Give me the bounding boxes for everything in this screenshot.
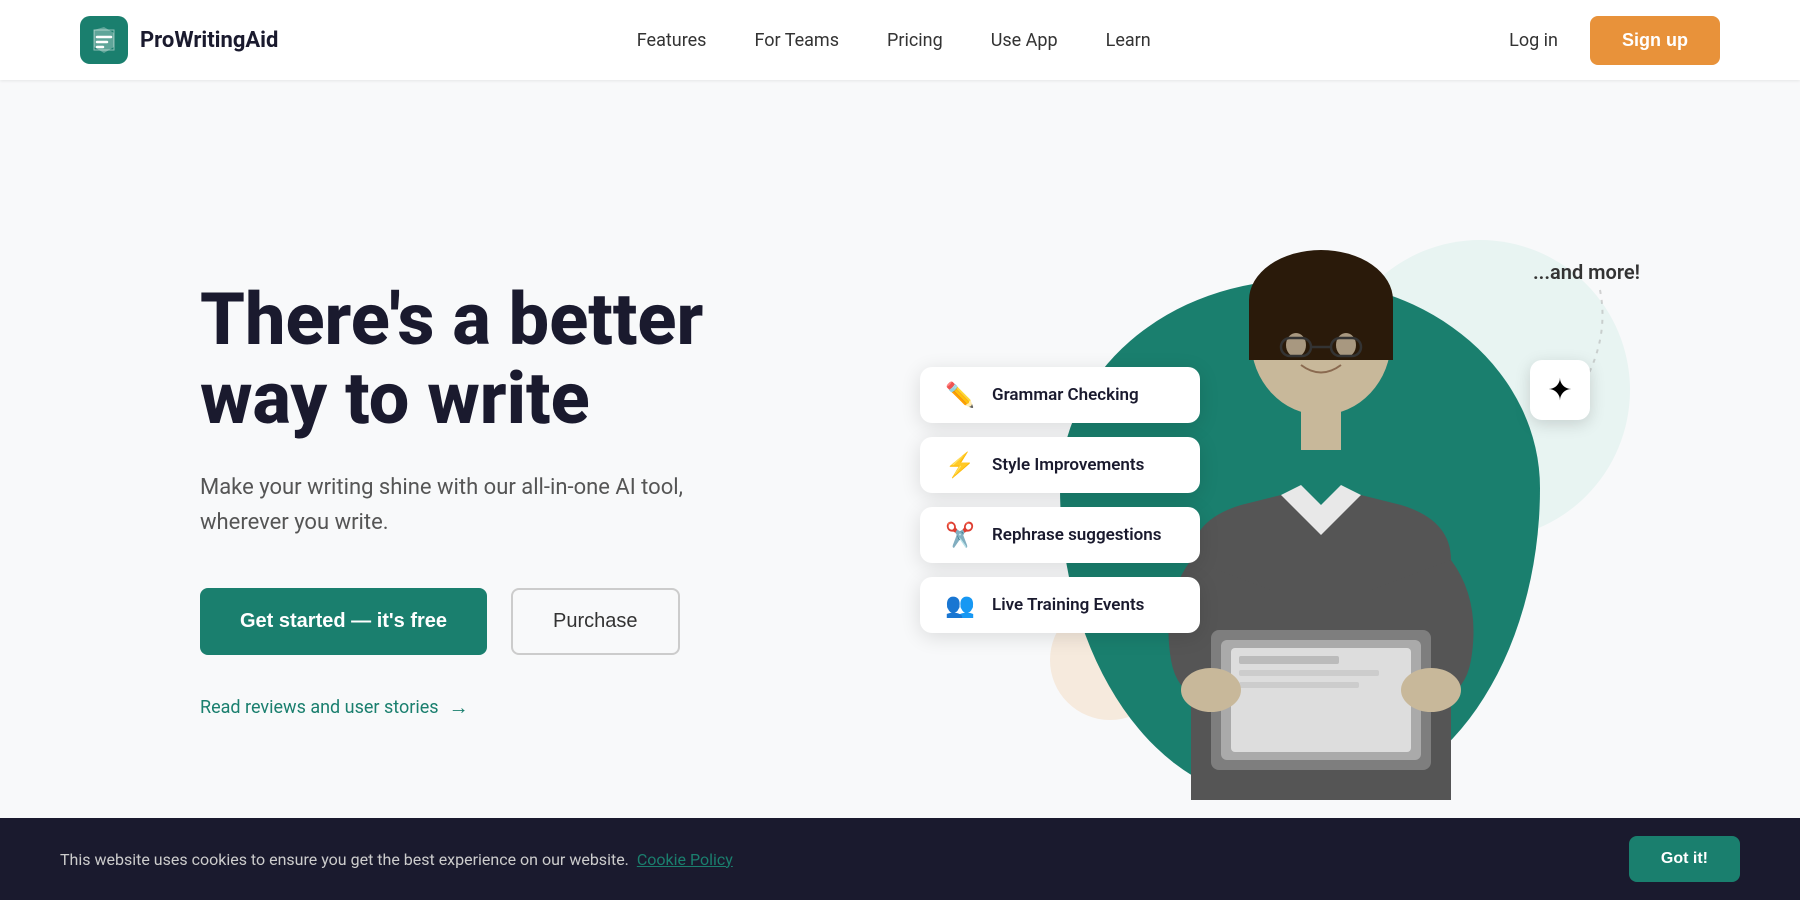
purchase-button[interactable]: Purchase [511, 588, 680, 655]
main-content: There's a better way to write Make your … [0, 80, 1800, 900]
feature-cards: ✏️ Grammar Checking ⚡ Style Improvements… [920, 367, 1200, 633]
and-more-label: ...and more! [1533, 260, 1640, 284]
cta-buttons: Get started — it's free Purchase [200, 588, 840, 655]
training-icon: 👥 [942, 591, 978, 619]
header-actions: Log in Sign up [1509, 16, 1720, 65]
sparkle-icon: ✦ [1530, 360, 1590, 420]
feature-card-style: ⚡ Style Improvements [920, 437, 1200, 493]
nav-pricing[interactable]: Pricing [887, 30, 943, 51]
grammar-icon: ✏️ [942, 381, 978, 409]
login-link[interactable]: Log in [1509, 30, 1558, 51]
logo-icon [80, 16, 128, 64]
logo-text: ProWritingAid [140, 28, 278, 53]
arrow-right-icon: → [449, 695, 469, 720]
feature-card-training: 👥 Live Training Events [920, 577, 1200, 633]
hero-title: There's a better way to write [200, 280, 840, 438]
hero-title-line1: There's a better [200, 277, 703, 362]
nav-learn[interactable]: Learn [1106, 30, 1151, 51]
style-label: Style Improvements [992, 455, 1144, 475]
rephrase-icon: ✂️ [942, 521, 978, 549]
nav-use-app[interactable]: Use App [991, 30, 1058, 51]
signup-button[interactable]: Sign up [1590, 16, 1720, 65]
hero-right: ✏️ Grammar Checking ⚡ Style Improvements… [880, 150, 1720, 850]
grammar-label: Grammar Checking [992, 385, 1139, 405]
feature-card-rephrase: ✂️ Rephrase suggestions [920, 507, 1200, 563]
nav-features[interactable]: Features [637, 30, 707, 51]
nav-for-teams[interactable]: For Teams [754, 30, 839, 51]
hero-title-line2: way to write [200, 356, 590, 441]
reviews-link[interactable]: Read reviews and user stories → [200, 695, 840, 720]
got-it-button[interactable]: Got it! [1629, 836, 1740, 882]
cookie-message: This website uses cookies to ensure you … [60, 850, 629, 869]
get-started-button[interactable]: Get started — it's free [200, 588, 487, 655]
feature-card-grammar: ✏️ Grammar Checking [920, 367, 1200, 423]
cookie-banner: This website uses cookies to ensure you … [0, 818, 1800, 900]
hero-left: There's a better way to write Make your … [200, 280, 880, 721]
main-nav: Features For Teams Pricing Use App Learn [637, 30, 1151, 51]
logo-svg [89, 25, 119, 55]
header: ProWritingAid Features For Teams Pricing… [0, 0, 1800, 80]
cookie-text: This website uses cookies to ensure you … [60, 850, 733, 869]
style-icon: ⚡ [942, 451, 978, 479]
cookie-policy-link[interactable]: Cookie Policy [637, 850, 733, 869]
logo[interactable]: ProWritingAid [80, 16, 278, 64]
training-label: Live Training Events [992, 595, 1144, 615]
hero-subtitle: Make your writing shine with our all-in-… [200, 470, 700, 540]
reviews-link-text: Read reviews and user stories [200, 697, 439, 718]
rephrase-label: Rephrase suggestions [992, 525, 1162, 545]
illustration: ✏️ Grammar Checking ⚡ Style Improvements… [950, 200, 1650, 800]
